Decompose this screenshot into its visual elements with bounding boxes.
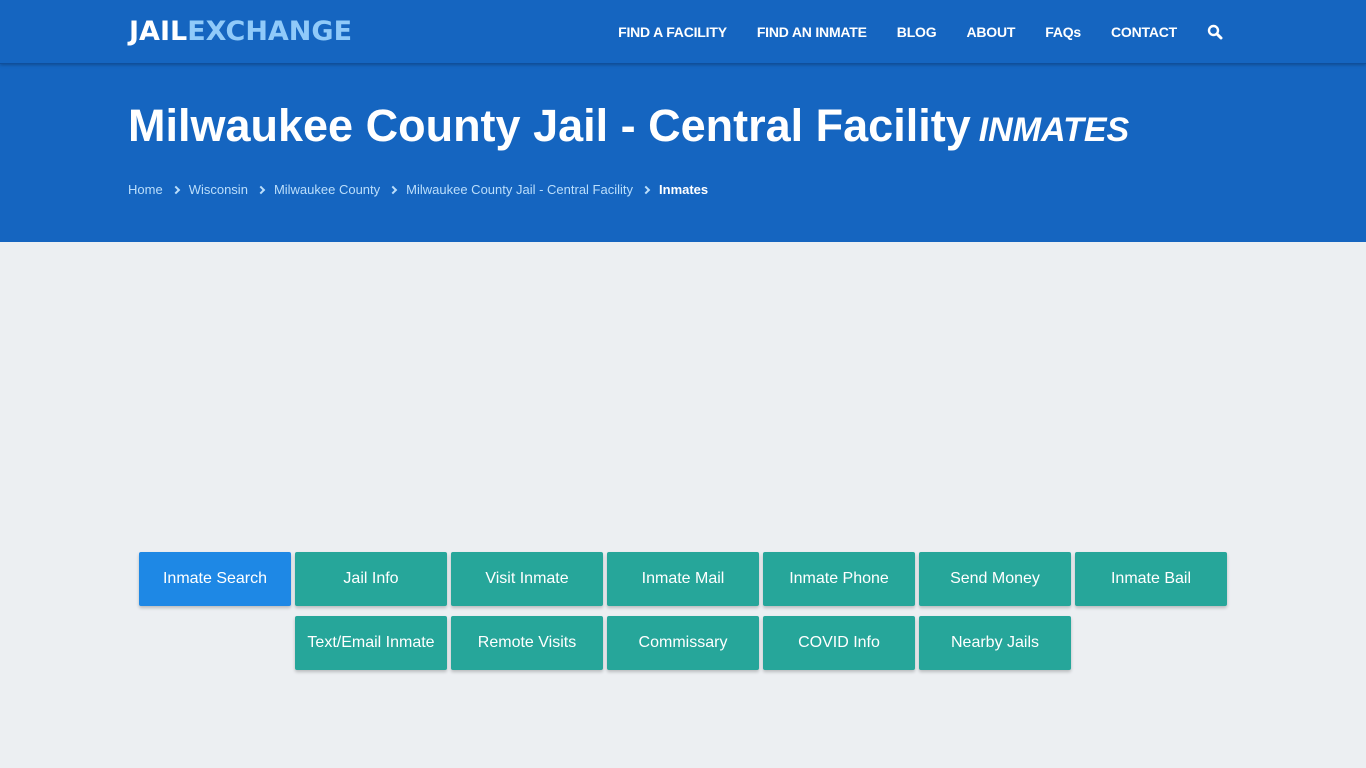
site-logo[interactable]: JAILEXCHANGE [129,14,352,50]
send-money-button[interactable]: Send Money [919,552,1071,606]
inmate-mail-button[interactable]: Inmate Mail [607,552,759,606]
remote-visits-button[interactable]: Remote Visits [451,616,603,670]
page-subtitle: INMATES [978,111,1130,149]
logo-text-jail: JAIL [129,16,188,47]
nav-find-a-facility[interactable]: FIND A FACILITY [618,0,727,64]
hero-banner: Milwaukee County Jail - Central Facility… [0,64,1366,242]
nav-contact[interactable]: CONTACT [1111,0,1177,64]
facility-name: Milwaukee County Jail - Central Facility [128,100,971,151]
chevron-right-icon [171,185,180,194]
top-navbar: JAILEXCHANGE FIND A FACILITY FIND AN INM… [0,0,1366,64]
breadcrumb: Home Wisconsin Milwaukee County Milwauke… [128,182,708,197]
nav-blog[interactable]: BLOG [897,0,937,64]
visit-inmate-button[interactable]: Visit Inmate [451,552,603,606]
nav-about[interactable]: ABOUT [966,0,1015,64]
facility-action-buttons: Inmate Search Jail Info Visit Inmate Inm… [0,552,1366,680]
breadcrumb-current: Inmates [659,182,709,197]
breadcrumb-facility[interactable]: Milwaukee County Jail - Central Facility [406,182,633,197]
nav-find-an-inmate[interactable]: FIND AN INMATE [757,0,867,64]
nearby-jails-button[interactable]: Nearby Jails [919,616,1071,670]
inmate-bail-button[interactable]: Inmate Bail [1075,552,1227,606]
logo-text-exchange: EXCHANGE [187,16,353,47]
breadcrumb-wisconsin[interactable]: Wisconsin [189,182,248,197]
covid-info-button[interactable]: COVID Info [763,616,915,670]
chevron-right-icon [641,185,651,194]
search-icon[interactable] [1207,24,1223,40]
text-email-inmate-button[interactable]: Text/Email Inmate [295,616,447,670]
chevron-right-icon [256,185,266,194]
main-nav: FIND A FACILITY FIND AN INMATE BLOG ABOU… [618,0,1223,64]
inmate-phone-button[interactable]: Inmate Phone [763,552,915,606]
inmate-search-button[interactable]: Inmate Search [139,552,291,606]
chevron-right-icon [388,185,398,194]
nav-faqs[interactable]: FAQs [1045,0,1081,64]
breadcrumb-home[interactable]: Home [128,182,163,197]
commissary-button[interactable]: Commissary [607,616,759,670]
page-title: Milwaukee County Jail - Central Facility… [128,100,1129,152]
breadcrumb-milwaukee-county[interactable]: Milwaukee County [274,182,380,197]
jail-info-button[interactable]: Jail Info [295,552,447,606]
